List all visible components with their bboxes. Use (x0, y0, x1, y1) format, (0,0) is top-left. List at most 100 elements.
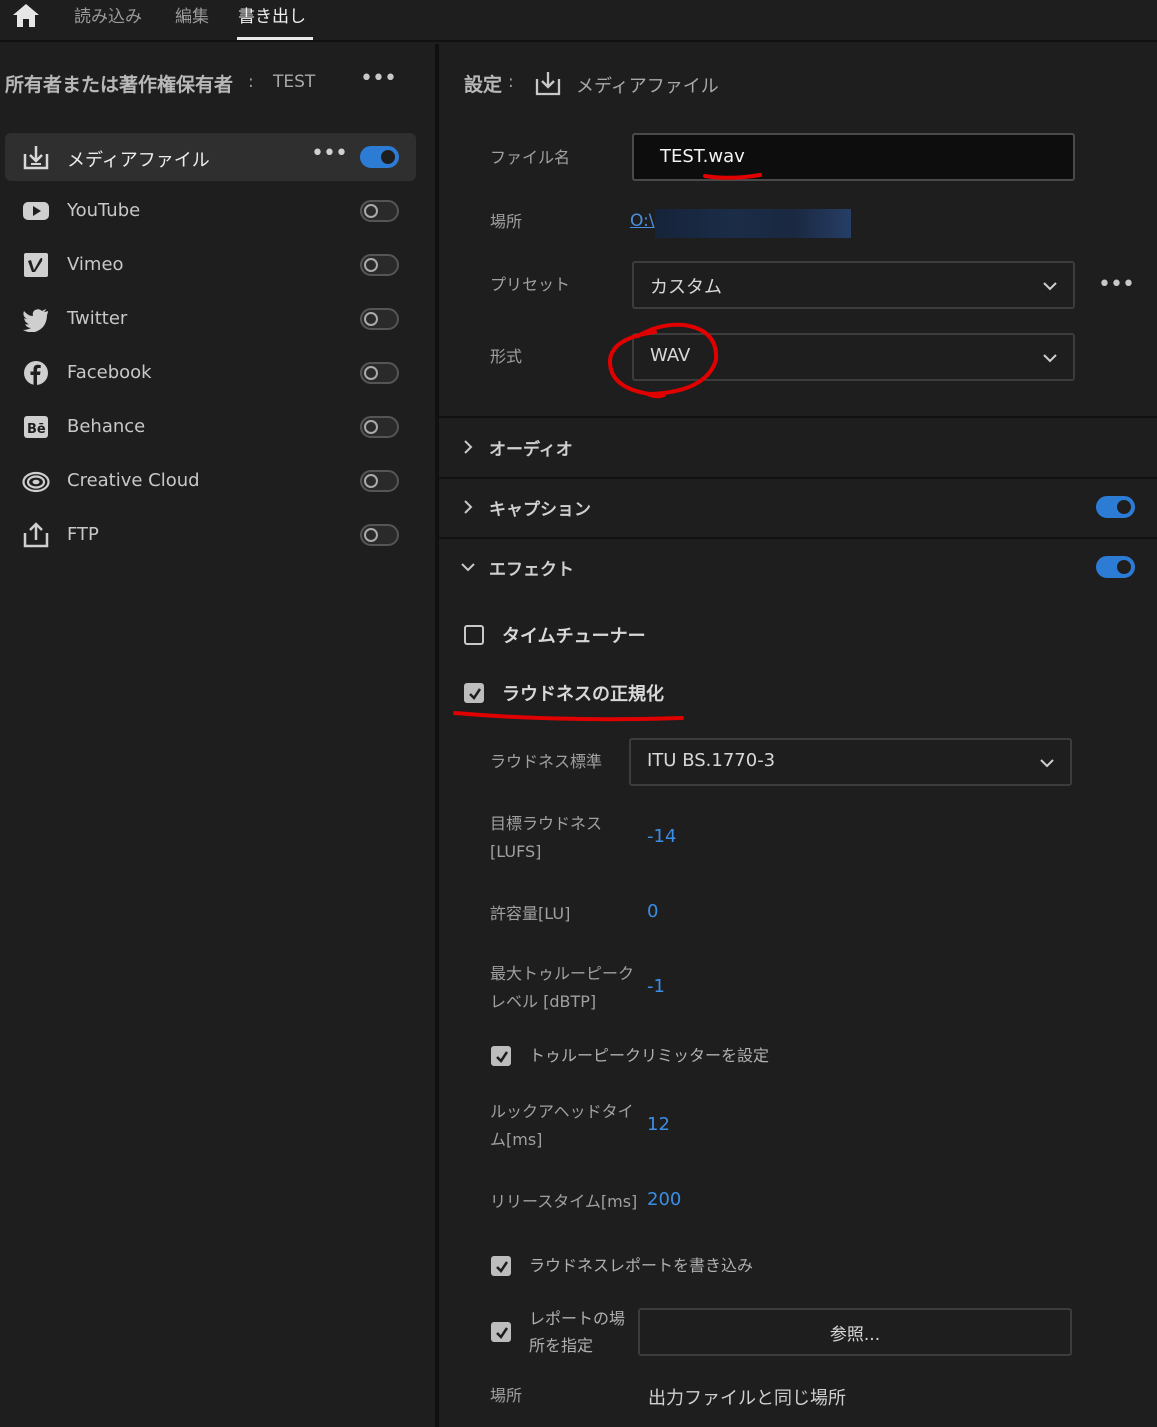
destination-label: メディアファイル (67, 150, 210, 171)
destination-media-file[interactable]: メディアファイル ••• (5, 133, 416, 181)
report-checkbox[interactable] (491, 1256, 511, 1276)
settings-header-colon: : (508, 72, 514, 92)
vimeo-icon (22, 252, 50, 278)
destination-ftp[interactable]: FTP (5, 511, 416, 559)
target-loudness-label: 目標ラウドネス (490, 814, 603, 833)
limiter-checkbox[interactable] (491, 1046, 511, 1066)
creative-cloud-icon (22, 468, 50, 494)
more-icon[interactable]: ••• (311, 141, 348, 166)
preset-dropdown[interactable]: カスタム (632, 261, 1075, 309)
location-link[interactable]: O:\ (630, 211, 655, 231)
settings-header-target: メディアファイル (576, 76, 719, 97)
section-title: エフェクト (489, 560, 574, 580)
svg-text:Bē: Bē (27, 422, 46, 437)
destination-toggle[interactable] (360, 254, 399, 276)
destination-label: YouTube (67, 200, 141, 221)
max-true-peak-unit: レベル [dBTP] (490, 992, 597, 1011)
loudness-normalize-label: ラウドネスの正規化 (502, 684, 664, 705)
destination-toggle[interactable] (360, 146, 399, 168)
chevron-down-icon (1040, 755, 1054, 769)
preset-value: カスタム (650, 277, 722, 298)
browse-button[interactable]: 参照... (638, 1308, 1072, 1356)
place-label: 場所 (490, 1386, 523, 1405)
report-location-checkbox[interactable] (491, 1322, 511, 1342)
destination-youtube[interactable]: YouTube (5, 187, 416, 235)
youtube-icon (22, 198, 50, 224)
filename-input[interactable]: TEST.wav (632, 133, 1075, 181)
location-path-redacted (655, 209, 851, 238)
tolerance-value[interactable]: 0 (647, 901, 658, 922)
owner-value[interactable]: TEST (273, 72, 315, 92)
chevron-right-icon (461, 499, 475, 514)
tab-export[interactable]: 書き出し (238, 2, 306, 27)
destination-label: Behance (67, 416, 146, 437)
effects-toggle[interactable] (1096, 556, 1135, 578)
target-loudness-value[interactable]: -14 (647, 826, 676, 847)
destination-facebook[interactable]: Facebook (5, 349, 416, 397)
section-audio[interactable]: オーディオ (439, 419, 1157, 475)
section-divider (439, 416, 1157, 418)
location-label: 場所 (490, 212, 523, 231)
destination-label: Vimeo (67, 254, 124, 275)
tab-edit[interactable]: 編集 (175, 2, 209, 27)
download-icon (535, 70, 561, 96)
preset-label: プリセット (490, 275, 571, 294)
tab-import[interactable]: 読み込み (74, 2, 142, 27)
limiter-label: トゥルーピークリミッターを設定 (529, 1046, 770, 1065)
preset-more-icon[interactable]: ••• (1098, 272, 1135, 297)
captions-toggle[interactable] (1096, 496, 1135, 518)
loudness-standard-dropdown[interactable]: ITU BS.1770-3 (629, 738, 1072, 786)
report-location-label: レポートの場 (529, 1309, 626, 1328)
destination-toggle[interactable] (360, 200, 399, 222)
destination-toggle[interactable] (360, 524, 399, 546)
filename-label: ファイル名 (490, 148, 571, 167)
format-label: 形式 (490, 347, 523, 366)
destination-label: Creative Cloud (67, 470, 200, 491)
destination-toggle[interactable] (360, 308, 399, 330)
format-value: WAV (650, 345, 691, 366)
twitter-icon (22, 306, 50, 333)
destination-creative-cloud[interactable]: Creative Cloud (5, 457, 416, 505)
owner-label: 所有者または著作権保有者 (5, 74, 234, 96)
section-effects[interactable]: エフェクト (439, 539, 1157, 595)
report-location-label-2: 所を指定 (529, 1336, 594, 1355)
section-captions[interactable]: キャプション (439, 479, 1157, 535)
destination-twitter[interactable]: Twitter (5, 295, 416, 343)
destination-behance[interactable]: Bē Behance (5, 403, 416, 451)
destination-label: FTP (67, 524, 99, 545)
settings-header-label: 設定 (464, 74, 503, 96)
lookahead-value[interactable]: 12 (647, 1114, 670, 1135)
destination-vimeo[interactable]: Vimeo (5, 241, 416, 289)
format-dropdown[interactable]: WAV (632, 333, 1075, 381)
owner-more-icon[interactable]: ••• (360, 66, 397, 91)
place-value: 出力ファイルと同じ場所 (648, 1388, 846, 1409)
destination-toggle[interactable] (360, 362, 399, 384)
tolerance-label: 許容量[LU] (490, 904, 571, 923)
chevron-right-icon (461, 439, 475, 454)
chevron-down-icon (461, 559, 475, 573)
loudness-standard-value: ITU BS.1770-3 (647, 750, 776, 771)
max-true-peak-value[interactable]: -1 (647, 976, 665, 997)
chevron-down-icon (1043, 278, 1057, 292)
upload-icon (22, 522, 50, 548)
time-tuner-checkbox[interactable] (464, 625, 484, 645)
release-time-label: リリースタイム[ms] (490, 1192, 638, 1211)
time-tuner-label: タイムチューナー (502, 626, 646, 647)
release-time-value[interactable]: 200 (647, 1189, 681, 1210)
chevron-down-icon (1043, 350, 1057, 364)
loudness-normalize-checkbox[interactable] (464, 683, 484, 703)
destination-label: Twitter (67, 308, 128, 329)
settings-panel (439, 44, 1157, 1427)
lookahead-label: ルックアヘッドタイ (490, 1102, 634, 1121)
loudness-standard-label: ラウドネス標準 (490, 752, 603, 771)
destination-toggle[interactable] (360, 470, 399, 492)
home-icon[interactable] (12, 2, 40, 28)
section-title: オーディオ (489, 440, 573, 460)
lookahead-unit: ム[ms] (490, 1130, 543, 1149)
report-label: ラウドネスレポートを書き込み (529, 1256, 754, 1275)
destination-toggle[interactable] (360, 416, 399, 438)
behance-icon: Bē (22, 414, 50, 440)
section-title: キャプション (489, 500, 591, 520)
facebook-icon (22, 360, 50, 386)
owner-colon: : (248, 72, 254, 92)
